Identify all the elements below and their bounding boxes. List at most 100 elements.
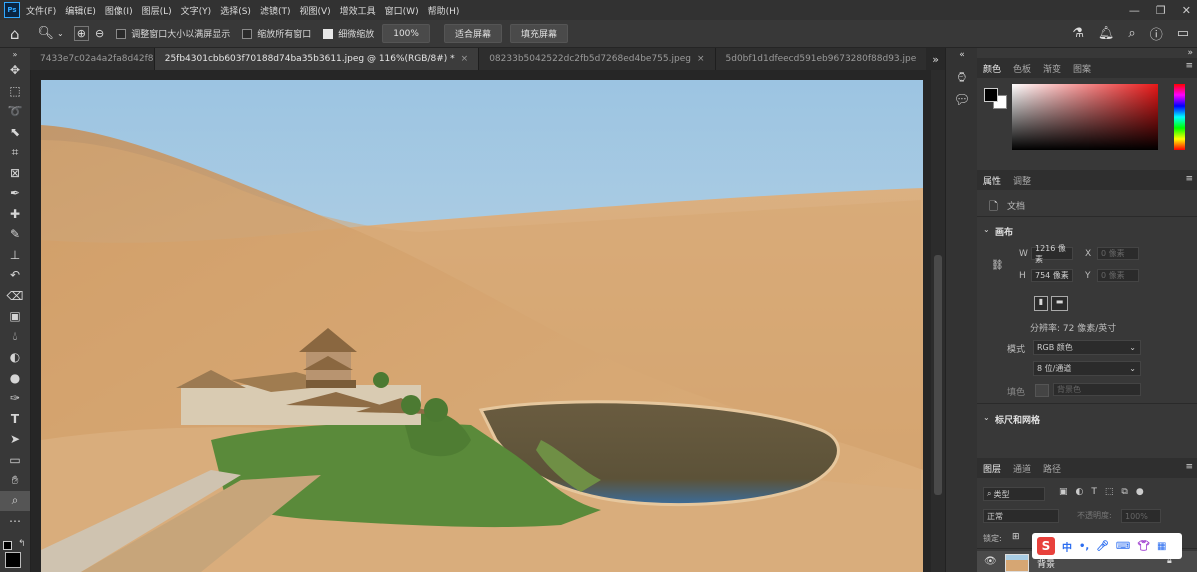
type-filter-icon[interactable]: T — [1091, 487, 1097, 497]
history-panel-icon[interactable]: ⌚︎ — [946, 68, 978, 87]
comments-panel-icon[interactable]: 💬︎ — [946, 93, 978, 108]
menu-select[interactable]: 选择(S) — [220, 4, 251, 17]
landscape-orientation-icon[interactable]: ▬ — [1051, 296, 1068, 311]
flask-icon[interactable]: ⚗ — [1072, 26, 1084, 41]
resize-windows-checkbox[interactable]: 调整窗口大小以满屏显示 — [116, 27, 230, 40]
bell-icon[interactable]: 🔔︎ — [1098, 26, 1115, 41]
layer-filter-select[interactable]: ⌕ 类型 — [983, 487, 1045, 501]
chevron-down-icon[interactable]: ⌄ — [983, 413, 990, 422]
link-icon[interactable]: ⛓ — [991, 260, 1004, 271]
fit-screen-button[interactable]: 适合屏幕 — [443, 24, 502, 43]
tab-doc-1[interactable]: 7433e7c02a4a2fa8d42f88d750662f42.jpeg× — [30, 48, 155, 70]
collapse-icon[interactable]: » — [0, 48, 30, 60]
type-tool-icon[interactable]: T — [0, 409, 30, 430]
path-select-tool-icon[interactable]: ➤ — [0, 429, 30, 450]
move-tool-icon[interactable]: ✥ — [0, 60, 30, 81]
gradient-tool-icon[interactable]: ▣ — [0, 306, 30, 327]
menu-type[interactable]: 文字(Y) — [181, 4, 212, 17]
tab-adjustments[interactable]: 调整 — [1013, 174, 1031, 187]
object-select-tool-icon[interactable]: ⬉ — [0, 122, 30, 143]
restore-icon[interactable]: ❐ — [1156, 4, 1166, 17]
y-field[interactable]: 0 像素 — [1097, 269, 1139, 282]
hue-slider[interactable] — [1174, 84, 1185, 150]
panel-menu-icon[interactable]: ≡ — [1185, 174, 1193, 184]
microphone-icon[interactable]: 🎤︎ — [1096, 541, 1109, 552]
menu-window[interactable]: 窗口(W) — [385, 4, 419, 17]
keyboard-icon[interactable]: ⌨ — [1116, 541, 1130, 552]
chevron-down-icon[interactable]: ⌄ — [983, 225, 990, 234]
clone-stamp-tool-icon[interactable]: ⊥ — [0, 245, 30, 266]
brush-tool-icon[interactable]: ✎ — [0, 224, 30, 245]
tab-doc-3[interactable]: 08233b5042522dc2fb5d7268ed4be755.jpeg × — [479, 48, 716, 70]
tab-doc-2[interactable]: 25fb4301cbb603f70188d74ba35b3611.jpeg @ … — [154, 48, 480, 70]
fill-select[interactable]: 背景色 — [1053, 383, 1141, 396]
foreground-color-swatch[interactable] — [984, 88, 998, 102]
menu-file[interactable]: 文件(F) — [26, 4, 56, 17]
x-field[interactable]: 0 像素 — [1097, 247, 1139, 260]
menu-view[interactable]: 视图(V) — [299, 4, 330, 17]
tab-color[interactable]: 颜色 — [983, 62, 1001, 75]
hand-tool-icon[interactable]: ✋︎ — [0, 470, 30, 491]
chevron-down-icon[interactable]: ⌄ — [57, 29, 64, 38]
blend-mode-select[interactable]: 正常 — [983, 509, 1059, 523]
visibility-eye-icon[interactable]: 👁︎ — [984, 556, 997, 567]
lock-pixels-icon[interactable]: ⊞ — [1012, 532, 1020, 542]
fill-color-swatch[interactable] — [1035, 384, 1049, 397]
menu-filter[interactable]: 滤镜(T) — [260, 4, 291, 17]
tab-gradients[interactable]: 渐变 — [1043, 62, 1061, 75]
marquee-tool-icon[interactable]: ⬚ — [0, 81, 30, 102]
eraser-tool-icon[interactable]: ⌫ — [0, 286, 30, 307]
document-image[interactable] — [41, 80, 923, 572]
ime-language[interactable]: 中 — [1062, 539, 1072, 554]
zoom-tool-icon[interactable]: 🔍︎ — [38, 26, 55, 41]
eyedropper-tool-icon[interactable]: ✒ — [0, 183, 30, 204]
more-tools-icon[interactable]: ⋯ — [0, 511, 30, 532]
portrait-orientation-icon[interactable]: ▮ — [1034, 296, 1048, 311]
menu-layer[interactable]: 图层(L) — [142, 4, 172, 17]
frame-tool-icon[interactable]: ⊠ — [0, 163, 30, 184]
close-icon[interactable]: × — [697, 54, 705, 64]
magnifier-tool-icon[interactable]: ● — [0, 368, 30, 389]
zoom-all-checkbox[interactable]: 缩放所有窗口 — [242, 27, 311, 40]
zoom-value-field[interactable]: 100% — [382, 24, 430, 43]
healing-brush-tool-icon[interactable]: ✚ — [0, 204, 30, 225]
close-icon[interactable]: ✕ — [1182, 4, 1191, 17]
panel-menu-icon[interactable]: ≡ — [1185, 61, 1193, 71]
zoom-tool-icon[interactable]: ⌕ — [0, 490, 30, 511]
menu-image[interactable]: 图像(I) — [105, 4, 133, 17]
scrubby-zoom-checkbox[interactable]: 细微缩放 — [323, 27, 374, 40]
lasso-tool-icon[interactable]: ➰ — [0, 101, 30, 122]
blur-tool-icon[interactable]: 💧︎ — [0, 327, 30, 348]
tab-layers[interactable]: 图层 — [983, 462, 1001, 475]
close-icon[interactable]: × — [461, 54, 469, 64]
sogou-logo-icon[interactable]: S — [1037, 537, 1055, 555]
width-field[interactable]: 1216 像素 — [1031, 244, 1073, 264]
smart-object-filter-icon[interactable]: ⧉ — [1121, 487, 1127, 497]
minimize-icon[interactable]: — — [1129, 4, 1140, 17]
panel-menu-icon[interactable]: ≡ — [1185, 462, 1193, 472]
tab-swatches[interactable]: 色板 — [1013, 62, 1031, 75]
height-field[interactable]: 754 像素 — [1031, 269, 1073, 282]
fill-screen-button[interactable]: 填充屏幕 — [509, 24, 568, 43]
shape-filter-icon[interactable]: ⬚ — [1105, 487, 1114, 497]
mode-select[interactable]: RGB 颜色 ⌄ — [1033, 340, 1141, 355]
home-icon[interactable]: ⌂ — [10, 25, 20, 43]
tab-patterns[interactable]: 图案 — [1073, 62, 1091, 75]
bit-depth-select[interactable]: 8 位/通道 ⌄ — [1033, 361, 1141, 376]
tab-channels[interactable]: 通道 — [1013, 462, 1031, 475]
collapse-icon[interactable]: « — [946, 50, 978, 60]
dodge-tool-icon[interactable]: ◐ — [0, 347, 30, 368]
tab-properties[interactable]: 属性 — [983, 174, 1001, 187]
opacity-field[interactable]: 100% — [1121, 509, 1161, 523]
vertical-scrollbar[interactable] — [931, 70, 945, 572]
menu-plugins[interactable]: 增效工具 — [340, 4, 376, 17]
swap-colors-icon[interactable]: ↰ — [18, 539, 26, 549]
scroll-thumb[interactable] — [934, 255, 942, 495]
crop-tool-icon[interactable]: ⌗ — [0, 142, 30, 163]
pen-tool-icon[interactable]: ✑ — [0, 388, 30, 409]
search-icon[interactable]: ⌕ — [1128, 26, 1135, 41]
skin-icon[interactable]: 👕︎ — [1137, 541, 1150, 552]
pixel-filter-icon[interactable]: ▣ — [1059, 487, 1068, 497]
toolbox-icon[interactable]: ▦ — [1157, 541, 1166, 552]
default-colors-icon[interactable] — [3, 541, 12, 550]
